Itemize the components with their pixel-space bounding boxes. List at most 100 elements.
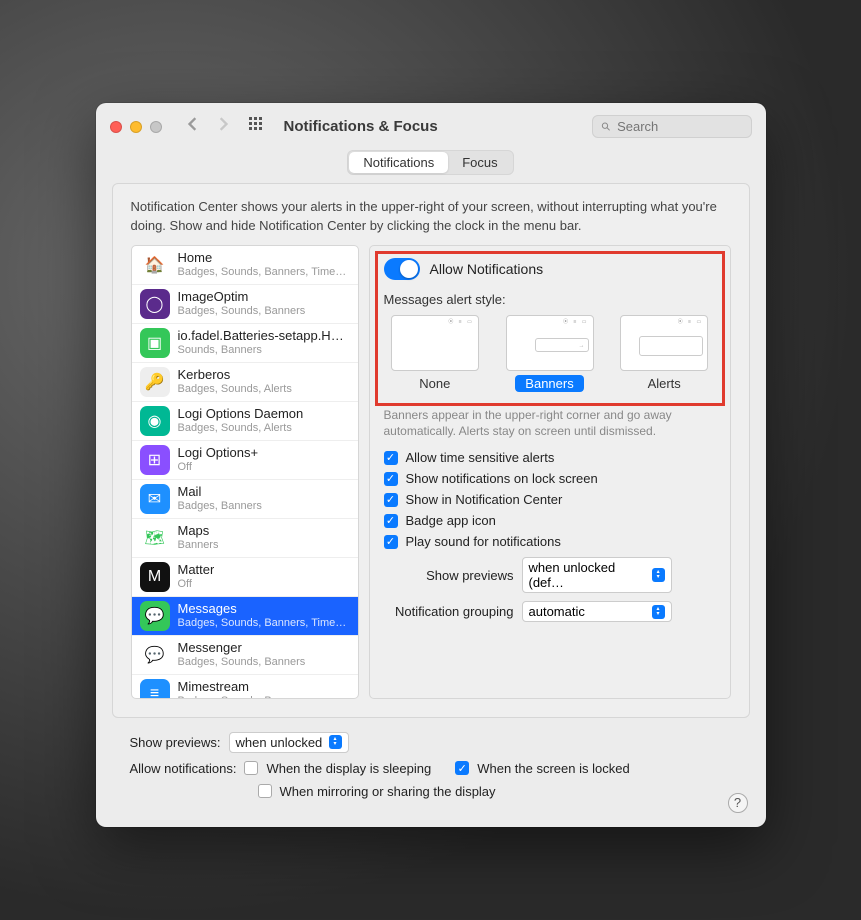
zoom-button[interactable] (150, 121, 162, 133)
check-sound[interactable]: ✓ (384, 535, 398, 549)
app-sub: Badges, Banners (178, 500, 262, 513)
check-screen-locked[interactable]: ✓ (455, 761, 469, 775)
alert-style-alerts[interactable]: ⦿ ≡ ▭ Alerts (613, 315, 716, 393)
app-name: Logi Options+ (178, 445, 259, 461)
check-label: Play sound for notifications (406, 534, 561, 549)
app-item[interactable]: ▣ io.fadel.Batteries-setapp.H…Sounds, Ban… (132, 324, 358, 363)
app-icon: 🏠 (140, 250, 170, 280)
alert-style-banners[interactable]: ⦿ ≡ ▭→ Banners (498, 315, 601, 393)
alert-style-label: Messages alert style: (384, 292, 716, 307)
back-button[interactable] (186, 117, 200, 136)
app-item[interactable]: 💬 MessagesBadges, Sounds, Banners, Time… (132, 597, 358, 636)
check-notification-center[interactable]: ✓ (384, 493, 398, 507)
app-name: Mimestream (178, 679, 306, 695)
app-name: io.fadel.Batteries-setapp.H… (178, 328, 344, 344)
allow-notifications-label: Allow Notifications (430, 261, 544, 277)
forward-button[interactable] (216, 117, 230, 136)
description-text: Notification Center shows your alerts in… (131, 198, 731, 234)
app-icon: ◉ (140, 406, 170, 436)
show-all-icon[interactable] (248, 116, 264, 137)
check-display-sleeping[interactable] (244, 761, 258, 775)
app-name: Maps (178, 523, 219, 539)
app-sub: Sounds, Banners (178, 344, 344, 357)
style-description: Banners appear in the upper-right corner… (384, 407, 716, 441)
app-sub: Banners (178, 539, 219, 552)
alert-style-none[interactable]: ⦿ ≡ ▭ None (384, 315, 487, 393)
app-sub: Badges, Sounds, Banners (178, 695, 306, 699)
app-icon: ≡ (140, 679, 170, 699)
app-sub: Off (178, 461, 259, 474)
app-sub: Badges, Sounds, Banners (178, 305, 306, 318)
app-icon: 💬 (140, 640, 170, 670)
detail-panel: Allow Notifications Messages alert style… (369, 245, 731, 699)
app-icon: 💬 (140, 601, 170, 631)
app-name: Home (178, 250, 347, 266)
app-icon: ⊞ (140, 445, 170, 475)
chevron-updown-icon: ▴▾ (652, 605, 665, 619)
tab-focus[interactable]: Focus (448, 152, 511, 173)
footer-previews-label: Show previews: (130, 735, 221, 750)
check-label: When the display is sleeping (266, 761, 431, 776)
check-time-sensitive[interactable]: ✓ (384, 451, 398, 465)
app-sub: Badges, Sounds, Banners (178, 656, 306, 669)
check-badge[interactable]: ✓ (384, 514, 398, 528)
check-label: When mirroring or sharing the display (280, 784, 496, 799)
app-name: Messages (178, 601, 347, 617)
show-previews-label: Show previews (384, 568, 514, 583)
app-icon: ✉ (140, 484, 170, 514)
app-icon: ▣ (140, 328, 170, 358)
tab-notifications[interactable]: Notifications (349, 152, 448, 173)
page-title: Notifications & Focus (284, 118, 584, 135)
search-input[interactable] (617, 119, 742, 134)
titlebar: Notifications & Focus (96, 103, 766, 150)
app-list[interactable]: 🏠HomeBadges, Sounds, Banners, Time…◯Imag… (131, 245, 359, 699)
search-icon (601, 121, 612, 133)
footer-allow-label: Allow notifications: (130, 761, 237, 776)
allow-notifications-toggle[interactable] (384, 258, 420, 280)
app-item[interactable]: ◉ Logi Options DaemonBadges, Sounds, Aler… (132, 402, 358, 441)
app-name: Messenger (178, 640, 306, 656)
search-field[interactable] (592, 115, 752, 138)
app-item[interactable]: ⊞ Logi Options+Off (132, 441, 358, 480)
help-button[interactable]: ? (728, 793, 748, 813)
preferences-window: Notifications & Focus Notifications Focu… (96, 103, 766, 826)
app-item[interactable]: 🏠 HomeBadges, Sounds, Banners, Time… (132, 246, 358, 285)
traffic-lights (110, 121, 162, 133)
app-item[interactable]: 💬 MessengerBadges, Sounds, Banners (132, 636, 358, 675)
check-label: Badge app icon (406, 513, 496, 528)
close-button[interactable] (110, 121, 122, 133)
check-mirroring[interactable] (258, 784, 272, 798)
app-item[interactable]: 🗺 MapsBanners (132, 519, 358, 558)
app-item[interactable]: ≡ MimestreamBadges, Sounds, Banners (132, 675, 358, 699)
show-previews-select[interactable]: when unlocked (def… ▴▾ (522, 557, 672, 593)
app-item[interactable]: ✉ MailBadges, Banners (132, 480, 358, 519)
app-name: Matter (178, 562, 215, 578)
app-sub: Badges, Sounds, Alerts (178, 422, 304, 435)
minimize-button[interactable] (130, 121, 142, 133)
footer-previews-select[interactable]: when unlocked ▴▾ (229, 732, 349, 753)
app-icon: 🔑 (140, 367, 170, 397)
app-name: Kerberos (178, 367, 292, 383)
app-icon: M (140, 562, 170, 592)
app-sub: Off (178, 578, 215, 591)
app-name: Logi Options Daemon (178, 406, 304, 422)
check-lock-screen[interactable]: ✓ (384, 472, 398, 486)
app-item[interactable]: ◯ ImageOptimBadges, Sounds, Banners (132, 285, 358, 324)
chevron-updown-icon: ▴▾ (329, 735, 342, 749)
app-sub: Badges, Sounds, Banners, Time… (178, 617, 347, 630)
app-name: Mail (178, 484, 262, 500)
app-icon: 🗺 (140, 523, 170, 553)
check-label: When the screen is locked (477, 761, 629, 776)
tab-group: Notifications Focus (347, 150, 513, 175)
app-sub: Badges, Sounds, Alerts (178, 383, 292, 396)
app-name: ImageOptim (178, 289, 306, 305)
app-sub: Badges, Sounds, Banners, Time… (178, 266, 347, 279)
check-label: Allow time sensitive alerts (406, 450, 555, 465)
chevron-updown-icon: ▴▾ (652, 568, 665, 582)
app-icon: ◯ (140, 289, 170, 319)
grouping-select[interactable]: automatic ▴▾ (522, 601, 672, 622)
app-item[interactable]: 🔑 KerberosBadges, Sounds, Alerts (132, 363, 358, 402)
app-item[interactable]: M MatterOff (132, 558, 358, 597)
check-label: Show in Notification Center (406, 492, 563, 507)
check-label: Show notifications on lock screen (406, 471, 598, 486)
